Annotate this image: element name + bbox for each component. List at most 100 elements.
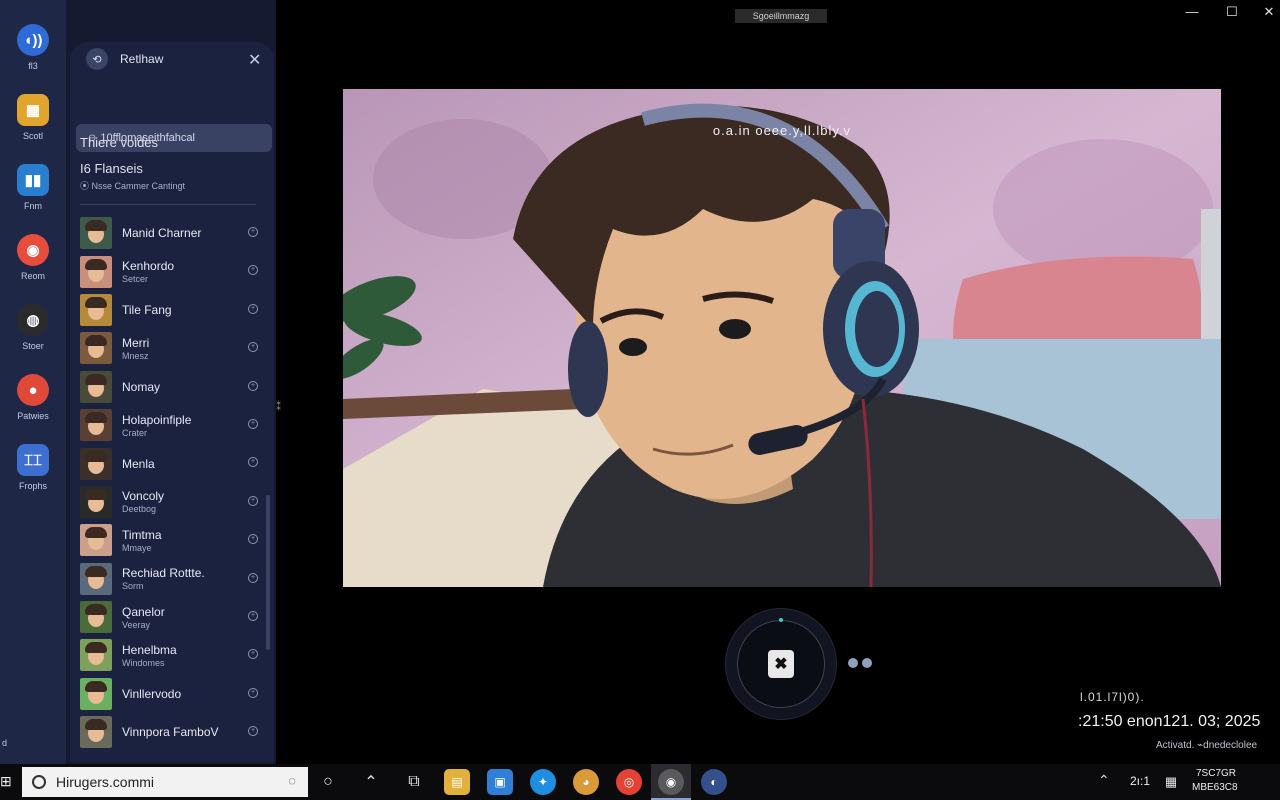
rail-item-label: Stoer [22,341,44,351]
contact-name: Vinnpora FamboV [122,725,219,740]
camera-app-icon[interactable]: ◉ [658,769,684,795]
store-icon[interactable]: ▣ [487,769,513,795]
contact-name: Merri [122,335,150,350]
avatar [80,639,112,672]
contact-row[interactable]: Kenhordo Setcer + [80,252,266,290]
add-contact-icon[interactable]: + [248,572,258,583]
avatar-hair [85,565,107,577]
contact-status: Setcer [122,274,149,285]
start-icon[interactable]: ⊞ [0,773,12,790]
contact-row[interactable]: Vinllervodo + [80,675,266,713]
group-note: ⦿ Nsse Cammer Cantingt [80,181,186,191]
contact-row[interactable]: Qanelor Veeray + [80,598,266,636]
camera-toggle-button[interactable]: ✖ [737,620,825,708]
contact-status: Sorm [122,581,144,592]
contact-status: Mmaye [122,542,152,553]
contact-name: Rechiad Rottte. [122,566,205,581]
bag-icon: ◉ [17,234,49,266]
meeting-app-icon[interactable]: ◐ [701,769,727,795]
multitask-icon[interactable]: ⧉ [399,768,429,796]
panel-logo-icon: ⟲ [86,48,108,70]
contact-row[interactable]: Menla + [80,444,266,482]
add-contact-icon[interactable]: + [248,227,258,237]
chat-icon[interactable]: ◌ [288,773,296,788]
contact-text: Vinllervodo [122,687,242,701]
contact-status: Crater [122,427,148,438]
add-contact-icon[interactable]: + [248,303,258,314]
add-contact-icon[interactable]: + [248,342,258,353]
close-window-icon[interactable]: ✕ [1259,4,1279,20]
add-contact-icon[interactable]: + [248,265,258,276]
contact-name: Qanelor [122,604,165,619]
panel-scrollbar[interactable] [266,495,270,650]
avatar-hair [85,335,107,347]
window-title: Sgoeillmmazg [735,9,827,23]
contact-status: Veeray [122,619,151,630]
chrome-icon[interactable]: ◎ [616,769,642,795]
calendar-icon: ▦ [17,94,49,126]
contact-row[interactable]: Tile Fang + [80,291,266,329]
add-contact-icon[interactable]: + [248,649,258,660]
add-contact-icon[interactable]: + [248,726,258,737]
minimize-icon[interactable]: — [1182,4,1202,19]
chevron-up-icon[interactable]: ⌃ [1098,772,1110,789]
avatar-hair [85,604,107,616]
rail-item-1[interactable]: ▦ Scotl [0,94,66,154]
avatar-hair [85,258,107,270]
avatar [80,524,112,557]
avatar [80,601,112,634]
rail-item-2[interactable]: ▮▮ Fnm [0,164,66,224]
cortana-icon[interactable]: ○ [313,768,343,796]
contact-row[interactable]: Holapoinfiple Crater + [80,406,266,444]
tray-status: 2ı:1 [1130,774,1151,788]
add-contact-icon[interactable]: + [248,380,258,391]
add-contact-icon[interactable]: + [248,610,258,621]
taskbar-search-input[interactable]: Hirugers.commi ◌ [22,767,308,797]
rail-item-5[interactable]: ● Patwies [0,374,66,434]
maximize-icon[interactable]: ☐ [1222,4,1242,20]
video-feed: o.a.in oeee.y,ll.lbly.v [343,89,1221,587]
rail-item-label: fl3 [28,61,38,71]
book-icon: ▮▮ [17,164,49,196]
add-contact-icon[interactable]: + [248,687,258,698]
contact-row[interactable]: Merri Mnesz + [80,329,266,367]
rail-item-4[interactable]: ◍ Stoer [0,304,66,364]
app-window: ◖)) fl3 ▦ Scotl ▮▮ Fnm ◉ Reom ◍ Stoer ● Patwies ⌶⌶ Fr… [0,0,1280,764]
rail-bottom-label: d [2,738,8,748]
avatar-hair [85,488,107,500]
contact-name: Tile Fang [122,302,172,317]
avatar [80,562,112,595]
contact-text: Henelbma Windomes [122,643,242,668]
rail-item-6[interactable]: ⌶⌶ Frophs [0,444,66,504]
add-contact-icon[interactable]: + [248,457,258,468]
app-icon[interactable]: ✦ [530,769,556,795]
folder-icon[interactable]: ▤ [444,769,470,795]
add-contact-icon[interactable]: + [248,495,258,506]
task-view-icon[interactable]: ⌃ [356,768,386,796]
contact-row[interactable]: Rechiad Rottte. Sorm + [80,560,266,598]
contact-row[interactable]: Vinnpora FamboV + [80,713,266,751]
contact-text: Manid Charner [122,226,242,240]
people-icon[interactable]: ◕ [573,769,599,795]
tools-icon: ⌶⌶ [17,444,49,476]
contact-text: Timtma Mmaye [122,528,242,553]
contact-row[interactable]: Timtma Mmaye + [80,521,266,559]
panel-title: Retlhaw [120,52,164,66]
contact-row[interactable]: Nomay + [80,368,266,406]
avatar-hair [85,527,107,539]
network-icon[interactable]: ▦ [1156,768,1186,796]
contact-name: Voncoly [122,489,165,504]
contact-row[interactable]: Manid Charner + [80,214,266,252]
rail-item-3[interactable]: ◉ Reom [0,234,66,294]
contact-text: Kenhordo Setcer [122,259,242,284]
contact-row[interactable]: Voncoly Deetbog + [80,483,266,521]
resize-handle-icon[interactable]: ⁑ [276,402,281,413]
rail-item-0[interactable]: ◖)) fl3 [0,24,66,84]
more-options-button[interactable] [848,658,872,668]
close-icon[interactable]: ✕ [248,50,261,70]
contact-status: Windomes [122,657,165,668]
add-contact-icon[interactable]: + [248,534,258,545]
add-contact-icon[interactable]: + [248,418,258,429]
contact-row[interactable]: Henelbma Windomes + [80,636,266,674]
search-icon [32,775,46,789]
